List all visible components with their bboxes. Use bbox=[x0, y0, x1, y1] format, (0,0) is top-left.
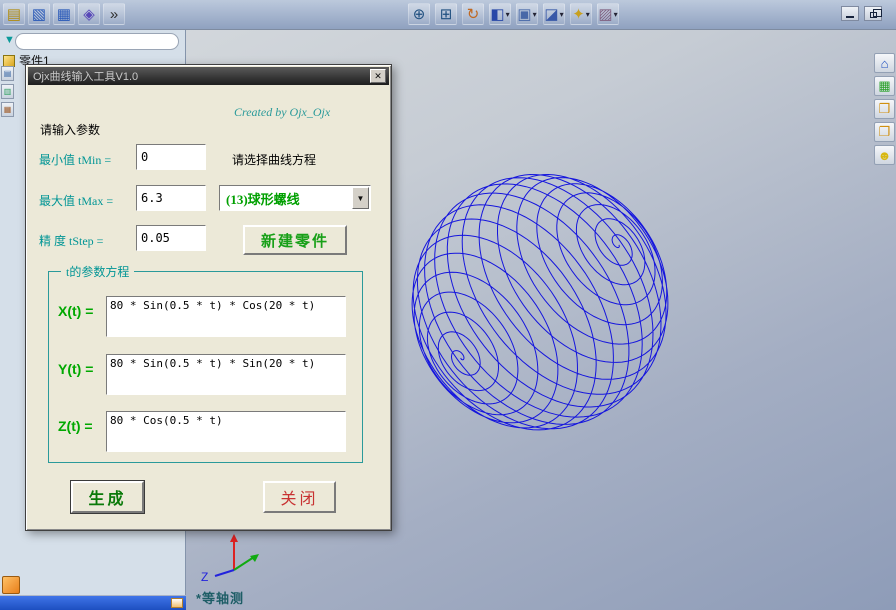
x-equation-input[interactable]: 80 * Sin(0.5 * t) * Cos(20 * t) bbox=[106, 296, 346, 337]
dropdown-caret-icon[interactable]: ▾ bbox=[560, 10, 564, 19]
standard-views-icon[interactable]: ◧ ▾ bbox=[489, 3, 511, 25]
minimize-button[interactable] bbox=[841, 6, 859, 21]
minimize-icon bbox=[846, 15, 854, 18]
dialog-close-button[interactable]: ✕ bbox=[370, 69, 386, 83]
origin-triad: Z bbox=[201, 534, 259, 584]
close-button[interactable]: 关闭 bbox=[263, 481, 336, 513]
toolbar-overflow-chevron[interactable]: » bbox=[103, 3, 125, 25]
new-part-button[interactable]: 新建零件 bbox=[243, 225, 347, 255]
z-equation-input[interactable]: 80 * Cos(0.5 * t) bbox=[106, 411, 346, 452]
save-document-icon[interactable]: ▦ bbox=[53, 3, 75, 25]
dropdown-caret-icon[interactable]: ▾ bbox=[614, 10, 618, 19]
close-icon: ✕ bbox=[374, 70, 382, 81]
folder-open-icon[interactable]: ❒ bbox=[874, 99, 895, 119]
part-icon bbox=[3, 54, 15, 67]
panel-tab-3-icon[interactable]: ▦ bbox=[1, 102, 14, 117]
home-icon[interactable]: ⌂ bbox=[874, 53, 895, 73]
curve-equation-select[interactable]: (13)球形螺线 ▼ bbox=[219, 185, 371, 211]
taskbar-small-icon[interactable] bbox=[171, 598, 183, 608]
tmin-label: 最小值 tMin = bbox=[39, 153, 112, 167]
view-toolbar: ⊕ ⊞ ↻ ◧ ▾ ▣ ▾ ◪ ▾ ✦ ▾ ▨ ▾ bbox=[408, 3, 619, 25]
open-document-icon[interactable]: ▧ bbox=[28, 3, 50, 25]
appearance-icon[interactable]: ✦ ▾ bbox=[570, 3, 592, 25]
x-equation-label: X(t) = bbox=[58, 303, 94, 319]
restore-icon bbox=[869, 8, 882, 18]
reference-geometry-icon[interactable]: ◈ bbox=[78, 3, 100, 25]
z-equation-label: Z(t) = bbox=[58, 418, 93, 434]
dropdown-caret-icon[interactable]: ▾ bbox=[533, 10, 537, 19]
standard-toolbar: ▤ ▧ ▦ ◈» bbox=[3, 3, 125, 25]
generate-button[interactable]: 生成 bbox=[70, 480, 145, 514]
feature-filter-box[interactable] bbox=[15, 33, 179, 50]
new-document-icon[interactable]: ▤ bbox=[3, 3, 25, 25]
triad-red-axis-arrow bbox=[230, 534, 238, 542]
equation-group-title: t的参数方程 bbox=[61, 263, 135, 280]
taskbar-app-icon[interactable] bbox=[2, 576, 20, 594]
tmax-input[interactable] bbox=[136, 185, 206, 211]
y-equation-input[interactable]: 80 * Sin(0.5 * t) * Sin(20 * t) bbox=[106, 354, 346, 395]
tmin-input[interactable] bbox=[136, 144, 206, 170]
triad-green-axis-arrow bbox=[250, 554, 259, 562]
panel-tab-1-icon[interactable]: ▤ bbox=[1, 66, 14, 81]
view-orientation-label: *等轴测 bbox=[196, 591, 245, 606]
curve-input-dialog: Ojx曲线输入工具V1.0 ✕ Created by Ojx_Ojx 请输入参数… bbox=[25, 64, 392, 531]
scene-icon[interactable]: ▨ ▾ bbox=[597, 3, 619, 25]
dialog-title: Ojx曲线输入工具V1.0 bbox=[33, 71, 139, 83]
zoom-in-out-icon[interactable]: ⊕ bbox=[408, 3, 430, 25]
help-icon[interactable]: ☻ bbox=[874, 145, 895, 165]
main-toolbar: ▤ ▧ ▦ ◈» ⊕ ⊞ ↻ ◧ ▾ ▣ ▾ ◪ ▾ ✦ ▾ ▨ ▾ bbox=[0, 0, 896, 30]
task-pane-tabs: ⌂ ▦ ❒ ❐ ☻ bbox=[874, 53, 895, 165]
params-heading: 请输入参数 bbox=[40, 123, 101, 137]
tmax-label: 最大值 tMax = bbox=[39, 194, 114, 208]
dropdown-caret-icon[interactable]: ▾ bbox=[586, 10, 590, 19]
section-view-icon[interactable]: ◪ ▾ bbox=[543, 3, 565, 25]
folder-up-icon[interactable]: ❐ bbox=[874, 122, 895, 142]
sketch-icon[interactable]: ▦ bbox=[874, 76, 895, 96]
tstep-label: 精 度 tStep = bbox=[39, 234, 104, 248]
panel-tab-strip: ▤ ▥ ▦ bbox=[1, 66, 14, 117]
curve-heading: 请选择曲线方程 bbox=[232, 153, 317, 167]
zoom-to-area-icon[interactable]: ⊞ bbox=[435, 3, 457, 25]
restore-button[interactable] bbox=[864, 6, 882, 21]
panel-tab-2-icon[interactable]: ▥ bbox=[1, 84, 14, 99]
spherical-spiral-curve bbox=[411, 173, 669, 431]
display-style-icon[interactable]: ▣ ▾ bbox=[516, 3, 538, 25]
dropdown-caret-icon[interactable]: ▾ bbox=[506, 10, 510, 19]
tstep-input[interactable] bbox=[136, 225, 206, 251]
dialog-titlebar[interactable]: Ojx曲线输入工具V1.0 ✕ bbox=[28, 67, 389, 85]
chevron-down-icon[interactable]: ▼ bbox=[352, 187, 369, 209]
credit-text: Created by Ojx_Ojx bbox=[234, 105, 331, 119]
application-window: Z *等轴测 ▤ ▧ ▦ ◈» ⊕ ⊞ ↻ ◧ ▾ ▣ ▾ ◪ ▾ ✦ ▾ ▨ ▾ ▼ 零件1 ▤ ▥ ▦ ⌂ ▦ ❒… bbox=[0, 0, 896, 610]
triad-blue-axis bbox=[214, 569, 235, 577]
curve-equation-selected: (13)球形螺线 bbox=[226, 191, 300, 207]
triad-z-label: Z bbox=[201, 570, 208, 584]
filter-funnel-icon[interactable]: ▼ bbox=[4, 34, 15, 46]
y-equation-label: Y(t) = bbox=[58, 361, 94, 377]
document-window-controls bbox=[841, 6, 882, 21]
rotate-view-icon[interactable]: ↻ bbox=[462, 3, 484, 25]
taskbar-strip[interactable] bbox=[0, 596, 186, 610]
